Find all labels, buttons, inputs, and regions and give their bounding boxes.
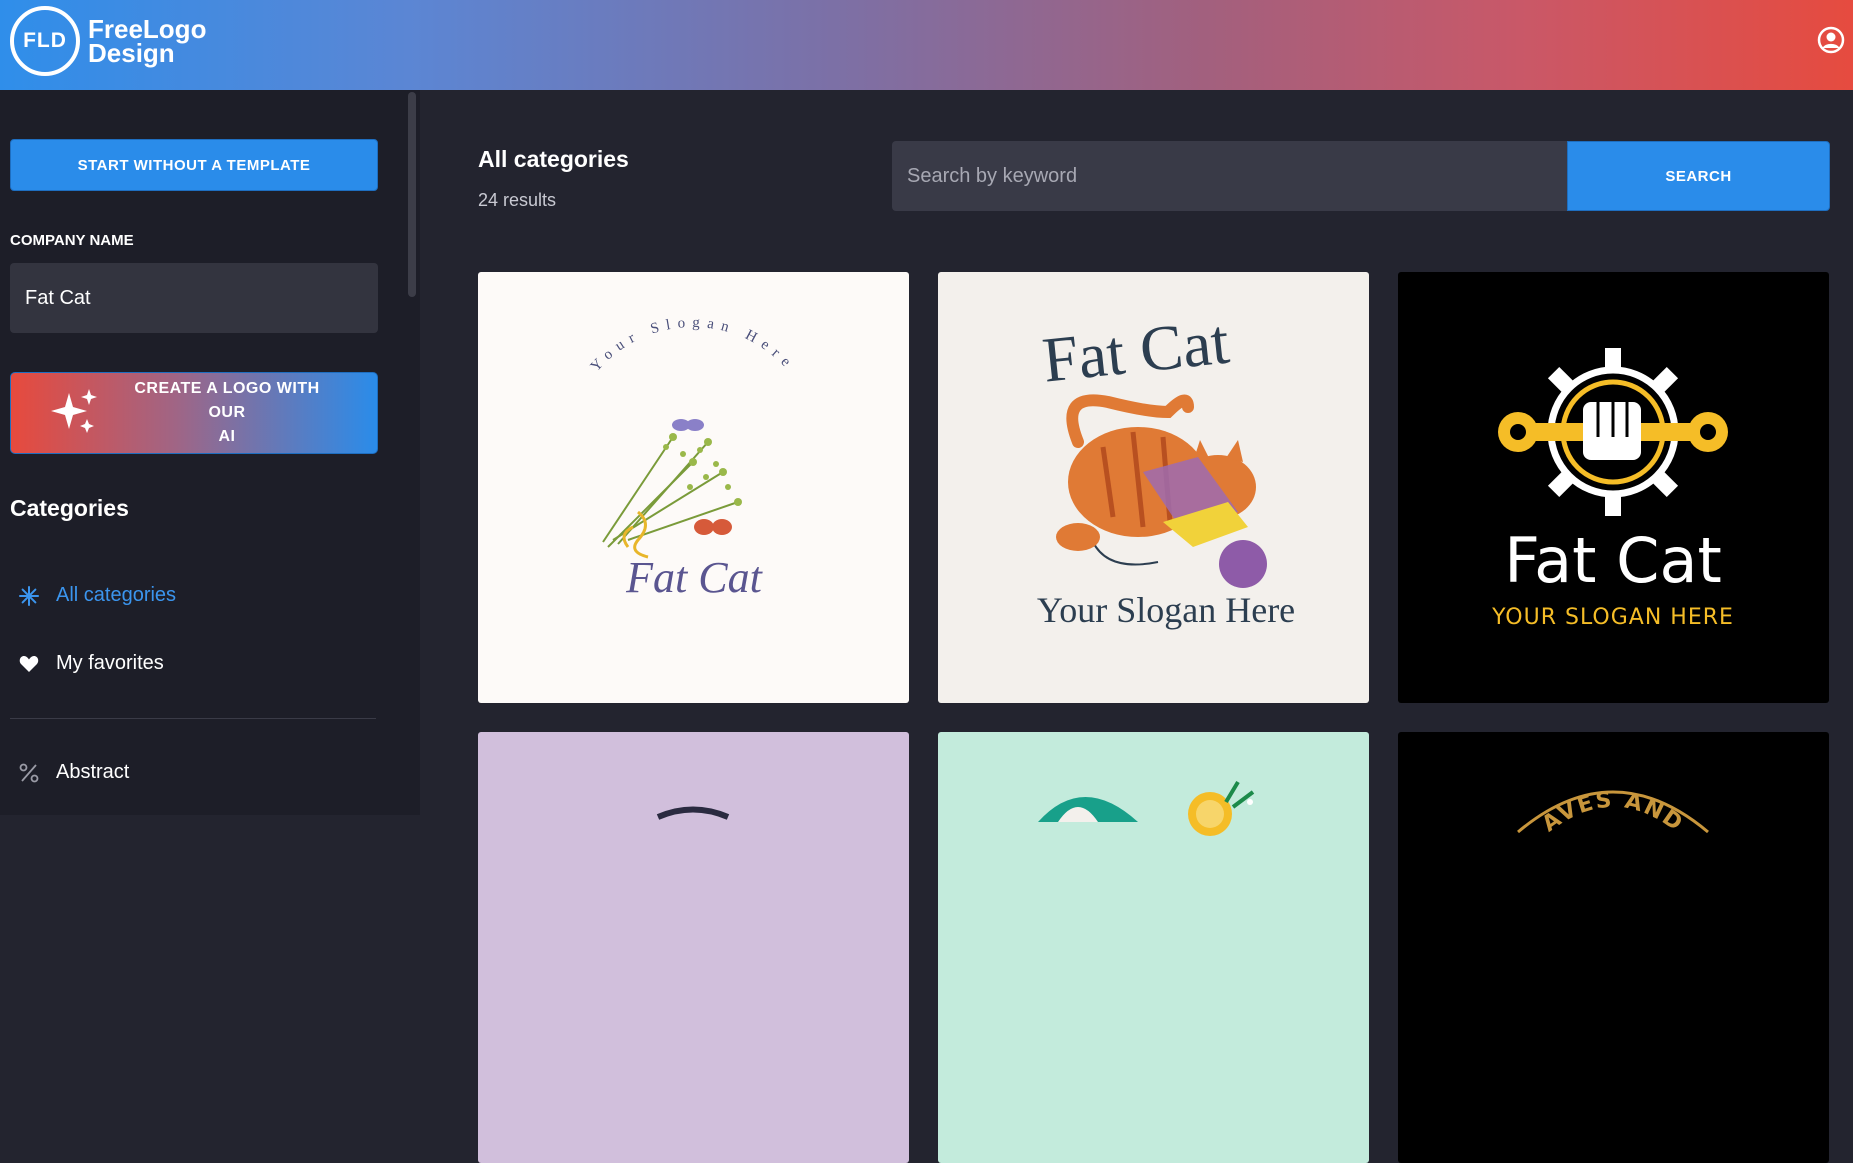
ai-button-line-2: AI <box>218 428 236 445</box>
logo-template-card[interactable]: Your Slogan Here Fat Cat <box>478 272 909 703</box>
asterisk-icon <box>19 585 39 606</box>
ai-button-label: CREATE A LOGO WITH OUR AI <box>117 377 337 449</box>
logo-template-card[interactable]: Fat Cat YOUR SLOGAN HERE <box>1398 272 1829 703</box>
sidebar-item-all-categories[interactable]: All categories <box>18 584 176 607</box>
card-brand-name: Fat Cat <box>1504 524 1722 597</box>
heart-icon <box>19 655 39 672</box>
cat-logo-preview: Fat Cat Your Slogan Here <box>1037 306 1295 630</box>
card-slogan: Your Slogan Here <box>588 315 792 375</box>
start-without-template-button[interactable]: START WITHOUT A TEMPLATE <box>10 139 378 191</box>
results-count: 24 results <box>478 190 557 210</box>
sidebar-item-abstract[interactable]: Abstract <box>18 761 129 784</box>
logo-template-card[interactable] <box>938 732 1369 1163</box>
logo-line-2: Design <box>88 38 175 68</box>
ai-button-line-1: CREATE A LOGO WITH OUR <box>134 380 320 421</box>
purple-logo-preview <box>656 806 730 820</box>
user-circle-icon[interactable] <box>1817 26 1845 54</box>
card-brand-name: Fat Cat <box>1039 306 1232 396</box>
svg-text:AVES AND: AVES AND <box>1538 788 1689 838</box>
sidebar-item-label: Abstract <box>56 761 130 783</box>
logo-mark: FLD <box>10 6 80 76</box>
site-logo[interactable]: FLD FreeLogo Design <box>10 6 206 76</box>
search-button[interactable]: SEARCH <box>1567 141 1830 211</box>
page-title: All categories <box>478 146 629 172</box>
logo-wordmark: FreeLogo Design <box>88 16 206 68</box>
badge-logo-preview: AVES AND <box>1517 788 1709 838</box>
card-slogan: Your Slogan Here <box>1037 590 1295 630</box>
percent-icon <box>19 763 39 782</box>
logo-template-card[interactable]: AVES AND <box>1398 732 1829 1163</box>
logo-template-card[interactable]: Fat Cat Your Slogan Here <box>938 272 1369 703</box>
company-name-label: COMPANY NAME <box>10 232 134 249</box>
sidebar-divider <box>10 718 376 719</box>
botanical-logo-preview: Your Slogan Here Fat Cat <box>588 315 799 602</box>
categories-heading: Categories <box>10 495 129 521</box>
create-logo-with-ai-button[interactable]: CREATE A LOGO WITH OUR AI <box>10 372 378 454</box>
sidebar-item-label: All categories <box>56 584 177 606</box>
beach-logo-preview <box>1038 780 1255 836</box>
company-name-input[interactable]: Fat Cat <box>10 263 378 333</box>
card-brand-name: Fat Cat <box>625 553 763 602</box>
sidebar-item-my-favorites[interactable]: My favorites <box>18 652 164 675</box>
logo-template-card[interactable] <box>478 732 909 1163</box>
gear-logo-preview: Fat Cat YOUR SLOGAN HERE <box>1491 348 1734 630</box>
sparkles-icon <box>51 389 97 433</box>
top-header: FLD FreeLogo Design <box>0 0 1853 90</box>
card-slogan: AVES AND <box>1538 788 1687 838</box>
svg-text:Your Slogan Here: Your Slogan Here <box>588 315 799 375</box>
sidebar-scrollbar[interactable] <box>408 92 416 297</box>
search-input[interactable] <box>892 141 1567 211</box>
card-slogan: YOUR SLOGAN HERE <box>1491 605 1734 630</box>
sidebar-item-label: My favorites <box>56 652 164 674</box>
